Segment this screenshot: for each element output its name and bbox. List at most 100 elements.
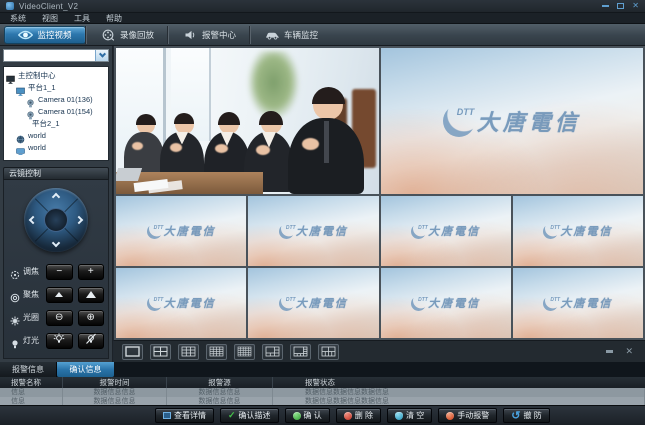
menu-help[interactable]: 帮助 <box>106 13 122 24</box>
confirm-description-button[interactable]: ✓ 确认描述 <box>220 408 279 423</box>
menu-bar: 系统 视图 工具 帮助 <box>0 13 645 24</box>
light-on-button[interactable] <box>46 333 73 349</box>
menu-tools[interactable]: 工具 <box>74 13 90 24</box>
video-tile-idle[interactable]: DTT大唐電信 <box>116 196 246 266</box>
clear-button[interactable]: 清 空 <box>387 408 432 423</box>
ptz-left-button[interactable] <box>29 216 37 224</box>
zoom-in-button[interactable]: + <box>78 264 105 280</box>
alarm-panel: 报警信息 确认信息 报警名称 报警时间 报警源 报警状态 信息 数据信息信息 数… <box>0 362 645 405</box>
ptz-center-knob[interactable] <box>44 208 68 232</box>
layout-4-button[interactable] <box>150 344 171 360</box>
ptz-down-button[interactable] <box>52 239 60 247</box>
tab-playback[interactable]: 录像回放 <box>86 26 168 44</box>
zoom-out-button[interactable]: − <box>46 264 73 280</box>
layout-25-button[interactable] <box>234 344 255 360</box>
ptz-dpad[interactable] <box>24 188 88 252</box>
layout-6-button[interactable] <box>318 344 339 360</box>
tab-alarm-info[interactable]: 报警信息 <box>0 362 57 377</box>
focus-far-button[interactable] <box>78 287 105 303</box>
tree-item-world-1[interactable]: world <box>6 130 106 142</box>
button-label: 清 空 <box>406 410 424 421</box>
confirm-button[interactable]: 确 认 <box>285 408 330 423</box>
view-details-button[interactable]: 查看详情 <box>155 408 214 423</box>
video-tile-idle[interactable]: DTT大唐電信 <box>513 268 643 338</box>
layout-9-button[interactable] <box>178 344 199 360</box>
tree-item-platform2[interactable]: 平台2_1 <box>6 118 106 130</box>
panel-close-icon[interactable]: ✕ <box>625 347 633 356</box>
tree-item-platform1[interactable]: 平台1_1 <box>6 82 106 94</box>
menu-view[interactable]: 视图 <box>42 13 58 24</box>
watermark-abbr: DTT <box>154 297 164 303</box>
iris-icon <box>10 313 20 323</box>
crescent-logo-icon: DTT <box>543 296 558 311</box>
tab-alarm-center[interactable]: 报警中心 <box>168 26 250 44</box>
video-tile-idle[interactable]: DTT大唐電信 <box>116 268 246 338</box>
app-icon <box>6 2 14 10</box>
watermark-name: 大唐電信 <box>164 295 216 311</box>
video-tile-idle[interactable]: DTT大唐電信 <box>248 268 378 338</box>
watermark-name: 大唐電信 <box>560 295 612 311</box>
watermark-abbr: DTT <box>418 225 428 231</box>
close-icon[interactable]: ✕ <box>632 2 639 10</box>
manual-alarm-button[interactable]: 手动报警 <box>438 408 497 423</box>
tab-vehicle-monitor[interactable]: 车辆监控 <box>250 26 332 44</box>
eye-icon <box>18 29 33 40</box>
watermark-name: 大唐電信 <box>560 223 612 239</box>
window-title: VideoClient_V2 <box>19 2 78 11</box>
tree-item-main-center[interactable]: 主控制中心 <box>6 70 106 82</box>
focus-near-button[interactable] <box>46 287 73 303</box>
ptz-panel-title: 云镜控制 <box>3 167 109 180</box>
iris-close-button[interactable]: ⊖ <box>46 310 73 326</box>
panel-collapse-icon[interactable] <box>606 350 613 353</box>
maximize-icon[interactable] <box>617 3 624 9</box>
watermark-abbr: DTT <box>550 225 560 231</box>
layout-1-button[interactable] <box>122 344 143 360</box>
ptz-up-button[interactable] <box>52 193 60 201</box>
cell-alarm-source: 数据信息信息 <box>167 397 273 406</box>
minus-icon: − <box>56 265 62 278</box>
iris-open-button[interactable]: ⊕ <box>78 310 105 326</box>
video-tile-idle[interactable]: DTT 大唐電信 <box>381 48 644 194</box>
combobox-value <box>4 50 95 61</box>
crescent-logo-icon: DTT <box>279 296 294 311</box>
button-label: 删 除 <box>355 410 373 421</box>
light-off-button[interactable] <box>78 333 105 349</box>
layout-1plus7-button[interactable] <box>290 344 311 360</box>
watermark-abbr: DTT <box>286 225 296 231</box>
tab-label: 监控视频 <box>37 29 71 41</box>
ptz-right-button[interactable] <box>75 216 83 224</box>
alarm-tab-label: 报警信息 <box>12 364 44 375</box>
table-row[interactable]: 信息 数据信息信息 数据信息信息 数据信息数据信息数据信息 <box>0 397 645 406</box>
tab-label: 报警中心 <box>202 29 236 41</box>
crescent-logo-icon: DTT <box>543 224 558 239</box>
delete-button[interactable]: 删 除 <box>336 408 381 423</box>
tab-confirm-info[interactable]: 确认信息 <box>57 362 114 377</box>
camera-icon <box>26 95 35 104</box>
video-tile-idle[interactable]: DTT大唐電信 <box>248 196 378 266</box>
zoom-ring-icon <box>10 267 20 277</box>
video-tile-idle[interactable]: DTT大唐電信 <box>381 196 511 266</box>
chevron-down-icon[interactable] <box>95 50 108 61</box>
minimize-icon[interactable] <box>602 5 609 7</box>
layout-16-button[interactable] <box>206 344 227 360</box>
app-window: VideoClient_V2 ✕ 系统 视图 工具 帮助 监控视频 录像回放 <box>0 0 645 425</box>
video-tile-idle[interactable]: DTT大唐電信 <box>513 196 643 266</box>
crescent-logo-icon: DTT <box>411 224 426 239</box>
device-tree: 主控制中心 平台1_1 Camera 01(136) Camera 01(154… <box>3 66 109 161</box>
tree-item-label: 平台1_1 <box>28 82 56 93</box>
menu-system[interactable]: 系统 <box>10 13 26 24</box>
nav-toolbar: 监控视频 录像回放 报警中心 车辆监控 <box>0 24 645 46</box>
video-tile-idle[interactable]: DTT大唐電信 <box>381 268 511 338</box>
video-tile-live[interactable] <box>116 48 379 194</box>
tree-item-world-2[interactable]: world <box>6 142 106 154</box>
layout-strip: ✕ <box>113 340 645 362</box>
device-search-combobox[interactable] <box>3 49 109 62</box>
tab-monitor-video[interactable]: 监控视频 <box>4 26 86 44</box>
details-icon <box>163 412 171 419</box>
tree-item-camera-154[interactable]: Camera 01(154) <box>6 106 106 118</box>
datang-watermark: DTT大唐電信 <box>381 268 511 338</box>
layout-1plus5-button[interactable] <box>262 344 283 360</box>
disarm-button[interactable]: ↺ 撤 防 <box>503 408 549 423</box>
watermark-abbr: DTT <box>286 297 296 303</box>
monitor-icon <box>6 71 15 80</box>
